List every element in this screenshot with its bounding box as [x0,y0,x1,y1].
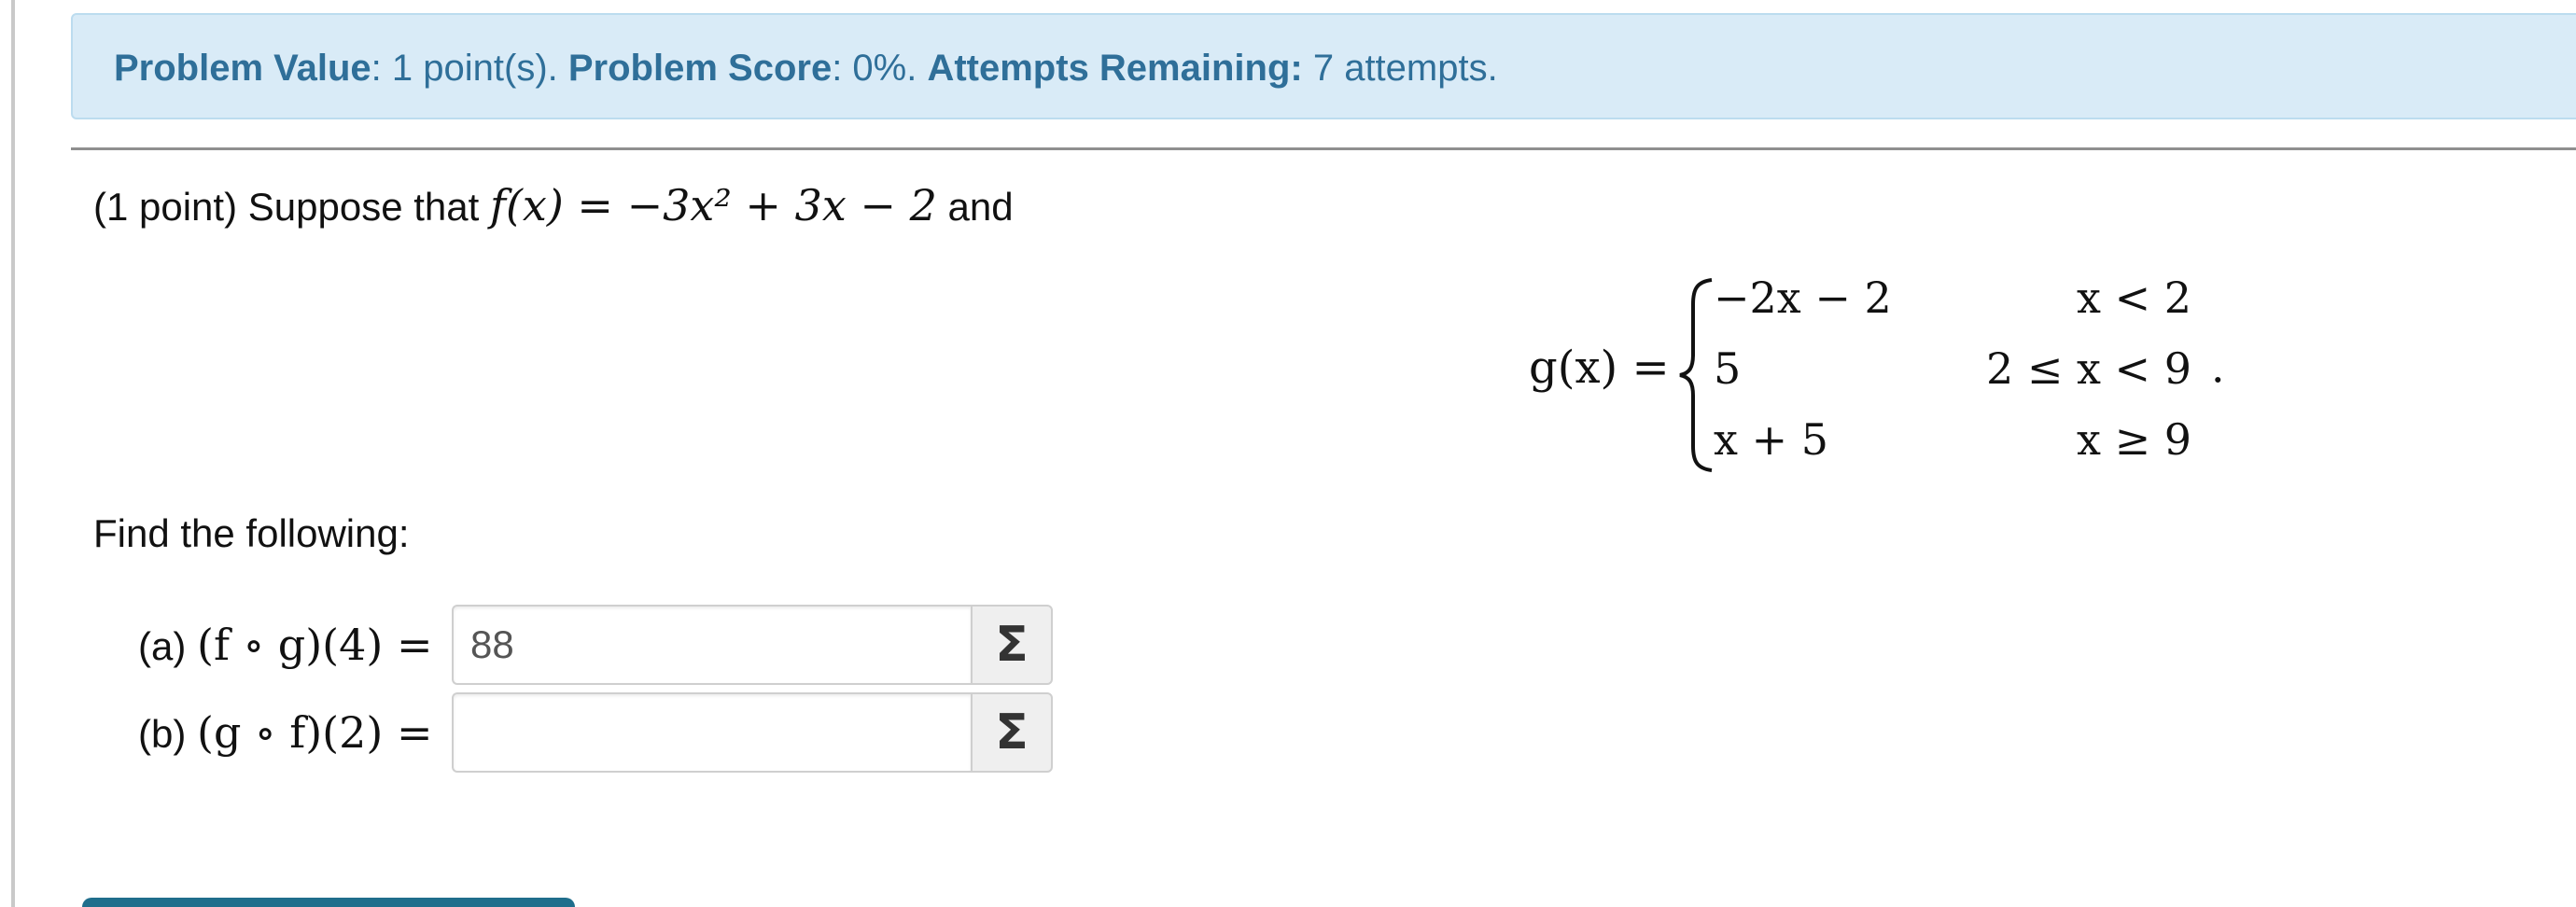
case-3-condition: x ≥ 9 [2077,414,2191,465]
answer-row-a: (a) (f ∘ g)(4) = Σ [138,605,1053,685]
submit-answers-button[interactable] [82,898,575,907]
f-definition: f(x) = −3x² + 3x − 2 [489,180,937,230]
answer-b-expression: (g ∘ f)(2) = [197,707,433,758]
case-2-expression: 5 [1714,343,1742,394]
problem-value-label: Problem Value [114,48,371,89]
problem-page: Problem Value: 1 point(s). Problem Score… [0,0,2576,907]
answer-row-b: (b) (g ∘ f)(2) = Σ [138,692,1053,773]
problem-status-banner: Problem Value: 1 point(s). Problem Score… [71,13,2576,119]
find-following-text: Find the following: [93,511,410,555]
case-2-condition: 2 ≤ x < 9 [1985,343,2191,394]
answer-b-label: (b) (g ∘ f)(2) = [138,707,433,758]
left-border [11,0,15,907]
intro-prefix: (1 point) Suppose that [93,185,490,229]
sigma-icon: Σ [995,617,1029,673]
sigma-icon: Σ [995,705,1029,760]
answer-b-equation-editor-button[interactable]: Σ [971,692,1053,773]
answer-a-expression: (f ∘ g)(4) = [197,620,433,670]
problem-value-text: : 1 point(s). [371,48,568,89]
case-1-expression: −2x − 2 [1714,272,1892,323]
g-label: g(x) = [1529,342,1670,394]
problem-score-text: : 0%. [832,48,928,89]
answer-a-label: (a) (f ∘ g)(4) = [138,620,433,670]
answer-a-equation-editor-button[interactable]: Σ [971,605,1053,685]
attempts-remaining-label: Attempts Remaining: [927,48,1303,89]
intro-suffix: and [936,185,1014,229]
case-1-condition: x < 2 [2077,272,2191,323]
attempts-remaining-text: 7 attempts. [1302,48,1498,89]
divider [71,147,2576,150]
case-3-expression: x + 5 [1714,414,1828,465]
trailing-dot: · [2211,355,2225,405]
problem-score-label: Problem Score [567,48,833,89]
answer-a-input[interactable] [452,605,971,685]
g-piecewise-definition: g(x) = −2x − 2 x < 2 5 2 ≤ x < 9 x + 5 x… [1529,272,2238,478]
problem-intro: (1 point) Suppose that f(x) = −3x² + 3x … [93,177,1014,235]
answer-b-input[interactable] [452,692,971,773]
